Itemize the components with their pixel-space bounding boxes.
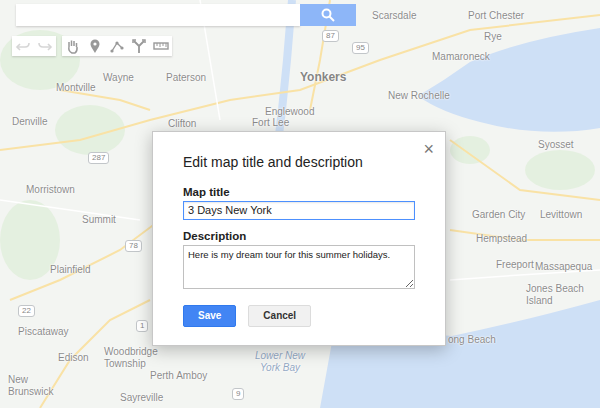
cancel-button[interactable]: Cancel [248, 305, 311, 327]
close-button[interactable]: × [421, 140, 436, 158]
save-button[interactable]: Save [183, 305, 236, 327]
form-field: Description Here is my dream tour for thi… [183, 229, 415, 289]
field-label: Map title [183, 185, 415, 199]
edit-dialog: × Edit map title and description Map tit… [152, 131, 446, 346]
field-label: Description [183, 229, 415, 243]
description-field[interactable]: Here is my dream tour for this summer ho… [183, 245, 415, 289]
form-field: Map title [183, 185, 415, 220]
title-field[interactable] [183, 201, 415, 220]
dialog-title: Edit map title and description [183, 154, 415, 171]
map-canvas[interactable]: ScarsdalePort ChesterRyeMamaroneckYonker… [0, 0, 600, 408]
